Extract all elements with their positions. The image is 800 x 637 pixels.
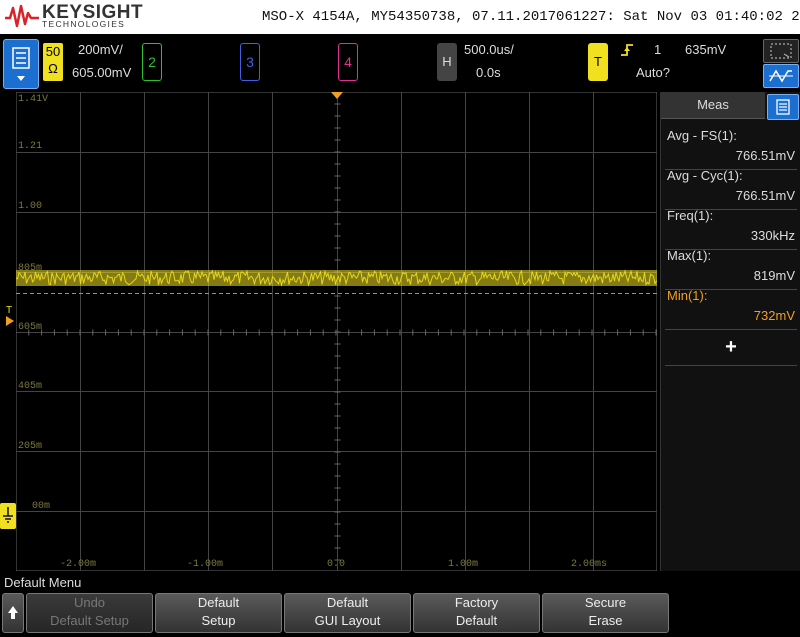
meas-label: Max(1): [667, 248, 712, 263]
softkey-line2: Erase [588, 613, 623, 628]
graticule-svg [15, 91, 658, 572]
waveform-edges-icon [769, 69, 793, 83]
ch1-ground-marker[interactable] [0, 503, 16, 529]
level-label: 405m [18, 381, 43, 392]
waveform-display[interactable]: 1.41V 1.21 1.00 805m 605m 405m 205m 00m … [15, 91, 658, 572]
up-arrow-icon [8, 606, 18, 619]
add-measurement-button[interactable]: + [661, 332, 800, 362]
ch3-button[interactable]: 3 [240, 43, 260, 81]
time-label: 0.0 [327, 559, 346, 570]
timebase-value[interactable]: 500.0us/ [464, 42, 514, 57]
trigger-level[interactable]: 635mV [685, 42, 726, 57]
back-button[interactable] [2, 593, 24, 633]
meas-value: 766.51mV [735, 188, 795, 203]
level-label: 205m [18, 441, 43, 452]
softkey-line2: Default Setup [50, 613, 129, 628]
instrument-title: MSO-X 4154A, MY54350738, 07.11.201706122… [262, 9, 800, 25]
time-label: 1.00m [448, 559, 479, 570]
softkey-factory-default[interactable]: Factory Default [413, 593, 540, 633]
ground-icon [3, 507, 13, 523]
level-label: 1.41V [18, 94, 49, 105]
keysight-logo-icon [5, 4, 39, 28]
time-label: -1.00m [187, 559, 224, 570]
softkey-line1: Factory [454, 595, 499, 610]
waveform-mode-button[interactable] [763, 64, 799, 88]
softkey-secure-erase[interactable]: Secure Erase [542, 593, 669, 633]
ch1-offset[interactable]: 605.00mV [72, 65, 131, 80]
trigger-button[interactable]: T [588, 43, 608, 81]
softkey-line1: Default [326, 595, 369, 610]
trigger-source[interactable]: 1 [654, 42, 661, 57]
divider [665, 365, 797, 366]
softkey-line2: Setup [201, 613, 236, 628]
time-label: 2.00ms [571, 559, 608, 570]
softkey-default-setup[interactable]: Default Setup [155, 593, 282, 633]
meas-label: Avg - Cyc(1): [667, 168, 743, 183]
list-icon [776, 99, 790, 115]
meas-menu-button[interactable] [767, 94, 799, 120]
ch1-impedance-value: 50 [45, 44, 61, 59]
meas-label: Min(1): [667, 288, 708, 303]
level-label: 1.21 [18, 141, 43, 152]
meas-value: 819mV [753, 268, 795, 283]
meas-tab[interactable]: Meas [661, 92, 765, 119]
measurements-panel: Meas Avg - FS(1): 766.51mV Avg - Cyc(1):… [660, 92, 800, 571]
control-bar: 50 Ω 200mV/ 605.00mV 2 3 4 H 500.0us/ 0.… [0, 34, 800, 90]
level-label: 605m [18, 322, 43, 333]
meas-value: 732mV [753, 308, 795, 323]
zoom-select-button[interactable] [763, 39, 799, 63]
softkey-line1: Secure [584, 595, 627, 610]
time-label: -2.00m [60, 559, 97, 570]
level-label: 805m [18, 263, 43, 274]
meas-label: Avg - FS(1): [667, 128, 737, 143]
trigger-level-label: T [6, 305, 13, 316]
meas-tab-label: Meas [697, 97, 729, 112]
trigger-mode[interactable]: Auto? [636, 65, 670, 80]
meas-value: 766.51mV [735, 148, 795, 163]
ch2-button[interactable]: 2 [142, 43, 162, 81]
softkey-undo-default-setup[interactable]: Undo Default Setup [26, 593, 153, 633]
trigger-level-marker[interactable]: T [6, 305, 16, 329]
ch1-impedance-unit: Ω [48, 61, 58, 76]
ch1-impedance-badge[interactable]: 50 Ω [43, 43, 63, 81]
meas-label: Freq(1): [667, 208, 714, 223]
ch4-button[interactable]: 4 [338, 43, 358, 81]
ch1-scale[interactable]: 200mV/ [78, 42, 123, 57]
level-label: 1.00 [18, 201, 43, 212]
menu-title: Default Menu [4, 575, 82, 590]
softkey-line1: Undo [73, 595, 106, 610]
title-bar: KEYSIGHT TECHNOLOGIES MSO-X 4154A, MY543… [0, 0, 800, 34]
softkey-line2: Default [455, 613, 498, 628]
meas-value: 330kHz [750, 228, 795, 243]
softkey-line2: GUI Layout [314, 613, 381, 628]
trigger-arrow-icon [6, 316, 14, 326]
menu-list-icon [12, 47, 30, 81]
rising-edge-icon [621, 44, 633, 56]
level-label: 00m [32, 501, 51, 512]
brand-subtitle: TECHNOLOGIES [42, 19, 126, 29]
divider [665, 329, 797, 330]
main-menu-button[interactable] [3, 39, 39, 89]
softkey-default-gui-layout[interactable]: Default GUI Layout [284, 593, 411, 633]
delay-value[interactable]: 0.0s [476, 65, 501, 80]
softkey-line1: Default [197, 595, 240, 610]
zoom-box-icon [770, 43, 792, 59]
horizontal-button[interactable]: H [437, 43, 457, 81]
